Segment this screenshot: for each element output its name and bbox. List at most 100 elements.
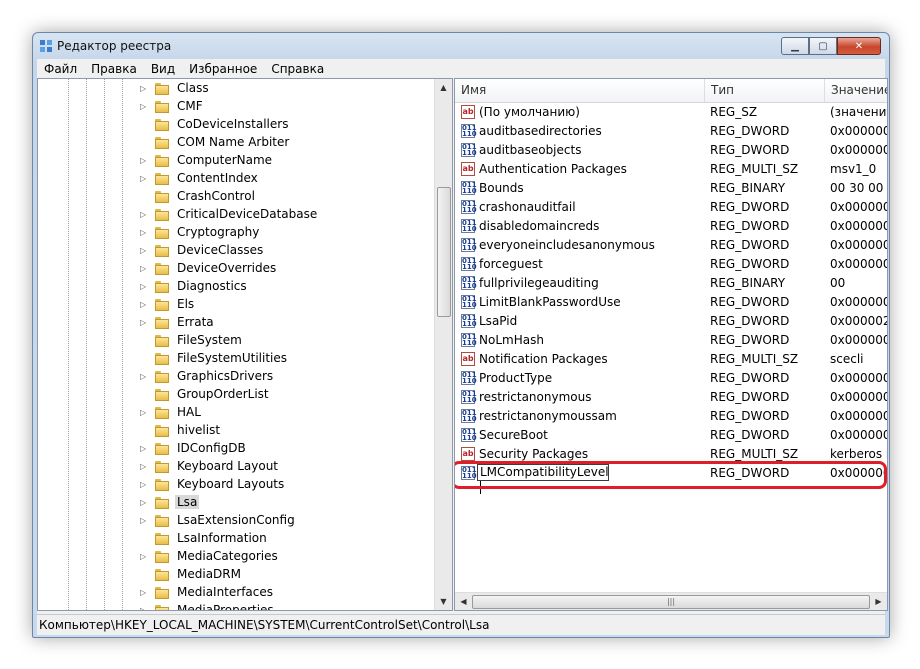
expand-arrow-icon[interactable]: ▷	[140, 498, 149, 507]
tree-item[interactable]: COM Name Arbiter	[38, 134, 434, 152]
value-row[interactable]: 011 110 restrictanonymoussam REG_DWORD 0x000…	[455, 407, 887, 426]
value-row[interactable]: 011110ProductType REG_DWORD 0x0000000	[455, 369, 887, 388]
tree-item[interactable]: ▷ Els	[38, 296, 434, 314]
tree-item-label: MediaProperties	[177, 603, 274, 611]
expand-arrow-icon[interactable]: ▷	[140, 246, 149, 255]
expand-arrow-icon[interactable]: ▷	[140, 318, 149, 327]
scroll-left-arrow-icon[interactable]: ◀	[455, 593, 472, 610]
value-row[interactable]: 011 110 fullprivilegeauditing REG_BINARY 00	[455, 274, 887, 293]
tree-item[interactable]: CoDeviceInstallers	[38, 116, 434, 134]
list-scroll-thumb[interactable]: |||	[472, 595, 870, 609]
menu-favorites[interactable]: Избранное	[182, 62, 264, 76]
expand-arrow-icon[interactable]: ▷	[140, 408, 149, 417]
value-row[interactable]: 011 110 auditbasedirectories REG_DWORD 0x000…	[455, 122, 887, 141]
value-row[interactable]: 011 110 LimitBlankPasswordUse REG_DWORD 0x00…	[455, 293, 887, 312]
tree-item[interactable]: FileSystem	[38, 332, 434, 350]
tree-scroll-thumb[interactable]	[437, 187, 451, 317]
tree-item[interactable]: ▷ IDConfigDB	[38, 440, 434, 458]
values-list-pane[interactable]: Имя Тип Значение ab (По умолчанию) REG_SZ (…	[454, 78, 888, 611]
string-value-icon: ab	[461, 105, 475, 119]
expand-arrow-icon[interactable]: ▷	[140, 462, 149, 471]
tree-item[interactable]: ▷ CriticalDeviceDatabase	[38, 206, 434, 224]
tree-vertical-scrollbar[interactable]: ▲ ▼	[434, 79, 452, 610]
title-bar[interactable]: Редактор реестра ▁ ▢ ✕	[33, 33, 889, 59]
expand-arrow-icon[interactable]: ▷	[140, 228, 149, 237]
tree-item[interactable]: LsaInformation	[38, 530, 434, 548]
expand-arrow-icon[interactable]: ▷	[140, 588, 149, 597]
value-type: REG_DWORD	[710, 314, 790, 328]
scroll-down-arrow-icon[interactable]: ▼	[435, 593, 452, 610]
tree-item[interactable]: ▷ Class	[38, 80, 434, 98]
value-name: SecureBoot	[479, 428, 548, 442]
tree-item[interactable]: ▷ HAL	[38, 404, 434, 422]
expand-arrow-icon[interactable]: ▷	[140, 210, 149, 219]
tree-item[interactable]: ▷ MediaCategories	[38, 548, 434, 566]
expand-arrow-icon[interactable]: ▷	[140, 264, 149, 273]
minimize-button[interactable]: ▁	[781, 37, 809, 55]
tree-item[interactable]: GroupOrderList	[38, 386, 434, 404]
menu-help[interactable]: Справка	[264, 62, 331, 76]
tree-item[interactable]: ▷ LsaExtensionConfig	[38, 512, 434, 530]
expand-arrow-icon[interactable]: ▷	[140, 84, 149, 93]
value-row[interactable]: 011110SecureBoot REG_DWORD 0x0000000	[455, 426, 887, 445]
value-data: msv1_0	[830, 162, 877, 176]
expand-arrow-icon[interactable]: ▷	[140, 174, 149, 183]
tree-item-label: HAL	[177, 405, 201, 419]
expand-arrow-icon[interactable]: ▷	[140, 444, 149, 453]
column-header-value[interactable]: Значение	[825, 79, 887, 102]
value-row[interactable]: 011110restrictanonymous REG_DWORD 0x000000…	[455, 388, 887, 407]
value-row[interactable]: 011110auditbaseobjects REG_DWORD 0x0000000	[455, 141, 887, 160]
menu-file[interactable]: Файл	[37, 62, 84, 76]
list-horizontal-scrollbar[interactable]: ◀ ||| ▶	[455, 592, 887, 610]
maximize-icon: ▢	[818, 40, 828, 52]
menu-view[interactable]: Вид	[144, 62, 182, 76]
expand-arrow-icon[interactable]: ▷	[140, 516, 149, 525]
value-row[interactable]: 011 110 disabledomaincreds REG_DWORD 0x00000…	[455, 217, 887, 236]
expand-arrow-icon[interactable]: ▷	[140, 300, 149, 309]
expand-arrow-icon[interactable]: ▷	[140, 480, 149, 489]
tree-item[interactable]: CrashControl	[38, 188, 434, 206]
value-row[interactable]: ab Authentication Packages REG_MULTI_SZ msv…	[455, 160, 887, 179]
expand-arrow-icon[interactable]: ▷	[140, 552, 149, 561]
tree-item[interactable]: ▷ CMF	[38, 98, 434, 116]
column-header-type[interactable]: Тип	[705, 79, 825, 102]
expand-arrow-icon[interactable]: ▷	[140, 102, 149, 111]
value-row[interactable]: ab (По умолчанию) REG_SZ (значение	[455, 103, 887, 122]
value-row[interactable]: 011110NoLmHash REG_DWORD 0x0000000	[455, 331, 887, 350]
tree-item[interactable]: hivelist	[38, 422, 434, 440]
folder-icon	[155, 155, 169, 167]
menu-edit[interactable]: Правка	[84, 62, 144, 76]
tree-item[interactable]: ▷ Errata	[38, 314, 434, 332]
tree-item[interactable]: ▷ MediaProperties	[38, 602, 434, 611]
value-row[interactable]: 011110crashonauditfail REG_DWORD 0x0000000	[455, 198, 887, 217]
column-header-name[interactable]: Имя	[455, 79, 705, 102]
tree-item[interactable]: ▷ Diagnostics	[38, 278, 434, 296]
scroll-up-arrow-icon[interactable]: ▲	[435, 79, 452, 96]
value-row[interactable]: 011 110 everyoneincludesanonymous REG_DWORD…	[455, 236, 887, 255]
tree-item[interactable]: ▷ Keyboard Layouts	[38, 476, 434, 494]
key-tree-pane[interactable]: ▷ Class ▷ CMF CoDeviceInstallers COM Name Arb…	[37, 78, 453, 611]
expand-arrow-icon[interactable]: ▷	[140, 606, 149, 610]
value-row[interactable]: 011110LsaPid REG_DWORD 0x0000021	[455, 312, 887, 331]
tree-item[interactable]: ▷ MediaInterfaces	[38, 584, 434, 602]
tree-item[interactable]: ▷ DeviceClasses	[38, 242, 434, 260]
value-row[interactable]: ab Notification Packages REG_MULTI_SZ scecl…	[455, 350, 887, 369]
tree-item[interactable]: FileSystemUtilities	[38, 350, 434, 368]
maximize-button[interactable]: ▢	[809, 37, 837, 55]
tree-item[interactable]: ▷ ContentIndex	[38, 170, 434, 188]
scroll-right-arrow-icon[interactable]: ▶	[870, 593, 887, 610]
close-button[interactable]: ✕	[837, 37, 881, 55]
tree-item[interactable]: MediaDRM	[38, 566, 434, 584]
tree-item[interactable]: ▷ ComputerName	[38, 152, 434, 170]
expand-arrow-icon[interactable]: ▷	[140, 156, 149, 165]
tree-item[interactable]: ▷ Lsa	[38, 494, 434, 512]
expand-arrow-icon[interactable]: ▷	[140, 372, 149, 381]
value-row[interactable]: 011110forceguest REG_DWORD 0x0000000	[455, 255, 887, 274]
value-row[interactable]: 011110Bounds REG_BINARY 00 30 00 0	[455, 179, 887, 198]
tree-item[interactable]: ▷ DeviceOverrides	[38, 260, 434, 278]
tree-item[interactable]: ▷ GraphicsDrivers	[38, 368, 434, 386]
tree-item[interactable]: ▷ Cryptography	[38, 224, 434, 242]
editing-value-row[interactable]: 011 110 LMCompatibilityLevel REG_DWORD 0x…	[455, 461, 887, 494]
expand-arrow-icon[interactable]: ▷	[140, 282, 149, 291]
tree-item[interactable]: ▷ Keyboard Layout	[38, 458, 434, 476]
